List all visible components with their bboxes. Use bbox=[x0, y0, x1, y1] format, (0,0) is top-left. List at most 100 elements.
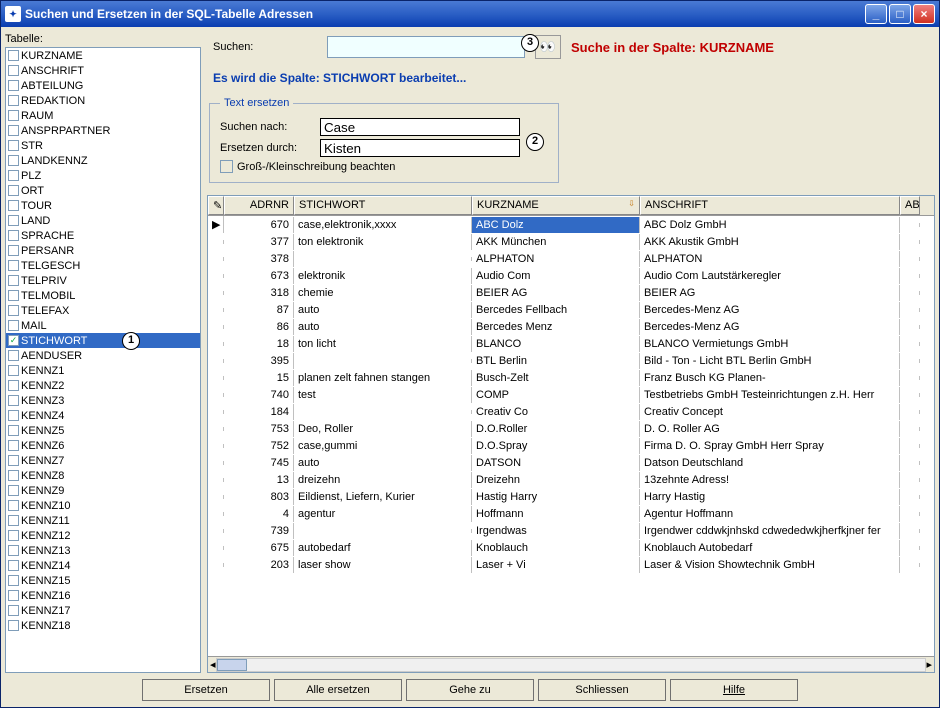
checkbox[interactable] bbox=[8, 530, 19, 541]
checkbox[interactable] bbox=[8, 80, 19, 91]
list-item[interactable]: ✓STICHWORT bbox=[6, 333, 200, 348]
scroll-right-icon[interactable]: ▸ bbox=[926, 658, 932, 671]
table-row[interactable]: 739IrgendwasIrgendwer cddwkjnhskd cdwede… bbox=[208, 522, 934, 539]
list-item[interactable]: KENNZ8 bbox=[6, 468, 200, 483]
checkbox[interactable] bbox=[8, 185, 19, 196]
table-row[interactable]: 86autoBercedes MenzBercedes-Menz AG bbox=[208, 318, 934, 335]
list-item[interactable]: KENNZ17 bbox=[6, 603, 200, 618]
checkbox[interactable] bbox=[8, 155, 19, 166]
list-item[interactable]: KENNZ9 bbox=[6, 483, 200, 498]
checkbox[interactable] bbox=[8, 200, 19, 211]
table-row[interactable]: 752case,gummiD.O.SprayFirma D. O. Spray … bbox=[208, 437, 934, 454]
checkbox[interactable] bbox=[8, 380, 19, 391]
checkbox[interactable] bbox=[8, 245, 19, 256]
checkbox[interactable] bbox=[8, 500, 19, 511]
checkbox[interactable] bbox=[8, 350, 19, 361]
list-item[interactable]: KENNZ14 bbox=[6, 558, 200, 573]
list-item[interactable]: LAND bbox=[6, 213, 200, 228]
table-row[interactable]: 753Deo, RollerD.O.RollerD. O. Roller AG bbox=[208, 420, 934, 437]
minimize-button[interactable]: _ bbox=[865, 4, 887, 24]
list-item[interactable]: TELMOBIL bbox=[6, 288, 200, 303]
checkbox[interactable] bbox=[8, 410, 19, 421]
list-item[interactable]: KENNZ18 bbox=[6, 618, 200, 633]
checkbox[interactable] bbox=[8, 485, 19, 496]
checkbox[interactable] bbox=[8, 305, 19, 316]
list-item[interactable]: REDAKTION bbox=[6, 93, 200, 108]
list-item[interactable]: RAUM bbox=[6, 108, 200, 123]
checkbox[interactable] bbox=[8, 215, 19, 226]
list-item[interactable]: ANSPRPARTNER bbox=[6, 123, 200, 138]
checkbox[interactable] bbox=[8, 125, 19, 136]
list-item[interactable]: KENNZ6 bbox=[6, 438, 200, 453]
table-row[interactable]: 184Creativ CoCreativ Concept bbox=[208, 403, 934, 420]
checkbox[interactable] bbox=[8, 560, 19, 571]
list-item[interactable]: ABTEILUNG bbox=[6, 78, 200, 93]
list-item[interactable]: KENNZ3 bbox=[6, 393, 200, 408]
checkbox[interactable] bbox=[8, 65, 19, 76]
help-button[interactable]: Hilfe bbox=[670, 679, 798, 701]
list-item[interactable]: ANSCHRIFT bbox=[6, 63, 200, 78]
checkbox[interactable] bbox=[8, 440, 19, 451]
list-item[interactable]: KENNZ10 bbox=[6, 498, 200, 513]
checkbox[interactable] bbox=[8, 230, 19, 241]
checkbox[interactable] bbox=[8, 320, 19, 331]
table-row[interactable]: 203laser showLaser + ViLaser & Vision Sh… bbox=[208, 556, 934, 573]
table-row[interactable]: 740testCOMPTestbetriebs GmbH Testeinrich… bbox=[208, 386, 934, 403]
list-item[interactable]: TELPRIV bbox=[6, 273, 200, 288]
list-item[interactable]: KENNZ11 bbox=[6, 513, 200, 528]
checkbox[interactable]: ✓ bbox=[8, 335, 19, 346]
table-row[interactable]: ▶670case,elektronik,xxxxABC DolzABC Dolz… bbox=[208, 216, 934, 233]
table-row[interactable]: 18ton lichtBLANCOBLANCO Vermietungs GmbH bbox=[208, 335, 934, 352]
goto-button[interactable]: Gehe zu bbox=[406, 679, 534, 701]
checkbox[interactable] bbox=[8, 605, 19, 616]
grid-header-marker[interactable]: ✎ bbox=[208, 196, 224, 215]
replace-all-button[interactable]: Alle ersetzen bbox=[274, 679, 402, 701]
table-row[interactable]: 87autoBercedes FellbachBercedes-Menz AG bbox=[208, 301, 934, 318]
checkbox[interactable] bbox=[8, 110, 19, 121]
table-row[interactable]: 395BTL BerlinBild - Ton - Licht BTL Berl… bbox=[208, 352, 934, 369]
table-row[interactable]: 803Eildienst, Liefern, KurierHastig Harr… bbox=[208, 488, 934, 505]
checkbox[interactable] bbox=[8, 95, 19, 106]
table-row[interactable]: 745autoDATSONDatson Deutschland bbox=[208, 454, 934, 471]
checkbox[interactable] bbox=[8, 290, 19, 301]
grid-header-adrnr[interactable]: ADRNR bbox=[224, 196, 294, 215]
table-row[interactable]: 673elektronikAudio ComAudio Com Lautstär… bbox=[208, 267, 934, 284]
checkbox[interactable] bbox=[8, 365, 19, 376]
list-item[interactable]: KENNZ16 bbox=[6, 588, 200, 603]
table-row[interactable]: 15planen zelt fahnen stangenBusch-ZeltFr… bbox=[208, 369, 934, 386]
table-row[interactable]: 4agenturHoffmannAgentur Hoffmann bbox=[208, 505, 934, 522]
list-item[interactable]: TOUR bbox=[6, 198, 200, 213]
list-item[interactable]: KURZNAME bbox=[6, 48, 200, 63]
list-item[interactable]: KENNZ7 bbox=[6, 453, 200, 468]
grid-header-ab[interactable]: AB bbox=[900, 196, 920, 215]
table-row[interactable]: 318chemieBEIER AGBEIER AG bbox=[208, 284, 934, 301]
checkbox[interactable] bbox=[8, 140, 19, 151]
checkbox[interactable] bbox=[8, 425, 19, 436]
checkbox[interactable] bbox=[8, 545, 19, 556]
checkbox[interactable] bbox=[8, 170, 19, 181]
search-for-input[interactable] bbox=[320, 118, 520, 136]
checkbox[interactable] bbox=[8, 590, 19, 601]
list-item[interactable]: KENNZ1 bbox=[6, 363, 200, 378]
list-item[interactable]: KENNZ2 bbox=[6, 378, 200, 393]
list-item[interactable]: LANDKENNZ bbox=[6, 153, 200, 168]
list-item[interactable]: AENDUSER bbox=[6, 348, 200, 363]
checkbox[interactable] bbox=[8, 275, 19, 286]
checkbox[interactable] bbox=[8, 50, 19, 61]
column-listbox[interactable]: KURZNAMEANSCHRIFTABTEILUNGREDAKTIONRAUMA… bbox=[5, 47, 201, 673]
checkbox[interactable] bbox=[8, 395, 19, 406]
list-item[interactable]: KENNZ12 bbox=[6, 528, 200, 543]
checkbox[interactable] bbox=[8, 260, 19, 271]
case-checkbox[interactable] bbox=[220, 160, 233, 173]
close-dialog-button[interactable]: Schliessen bbox=[538, 679, 666, 701]
replace-button[interactable]: Ersetzen bbox=[142, 679, 270, 701]
grid-header-stichwort[interactable]: STICHWORT bbox=[294, 196, 472, 215]
list-item[interactable]: ORT bbox=[6, 183, 200, 198]
checkbox[interactable] bbox=[8, 575, 19, 586]
table-row[interactable]: 13dreizehnDreizehn13zehnte Adress! bbox=[208, 471, 934, 488]
list-item[interactable]: MAIL bbox=[6, 318, 200, 333]
checkbox[interactable] bbox=[8, 515, 19, 526]
list-item[interactable]: KENNZ13 bbox=[6, 543, 200, 558]
maximize-button[interactable]: □ bbox=[889, 4, 911, 24]
list-item[interactable]: KENNZ15 bbox=[6, 573, 200, 588]
